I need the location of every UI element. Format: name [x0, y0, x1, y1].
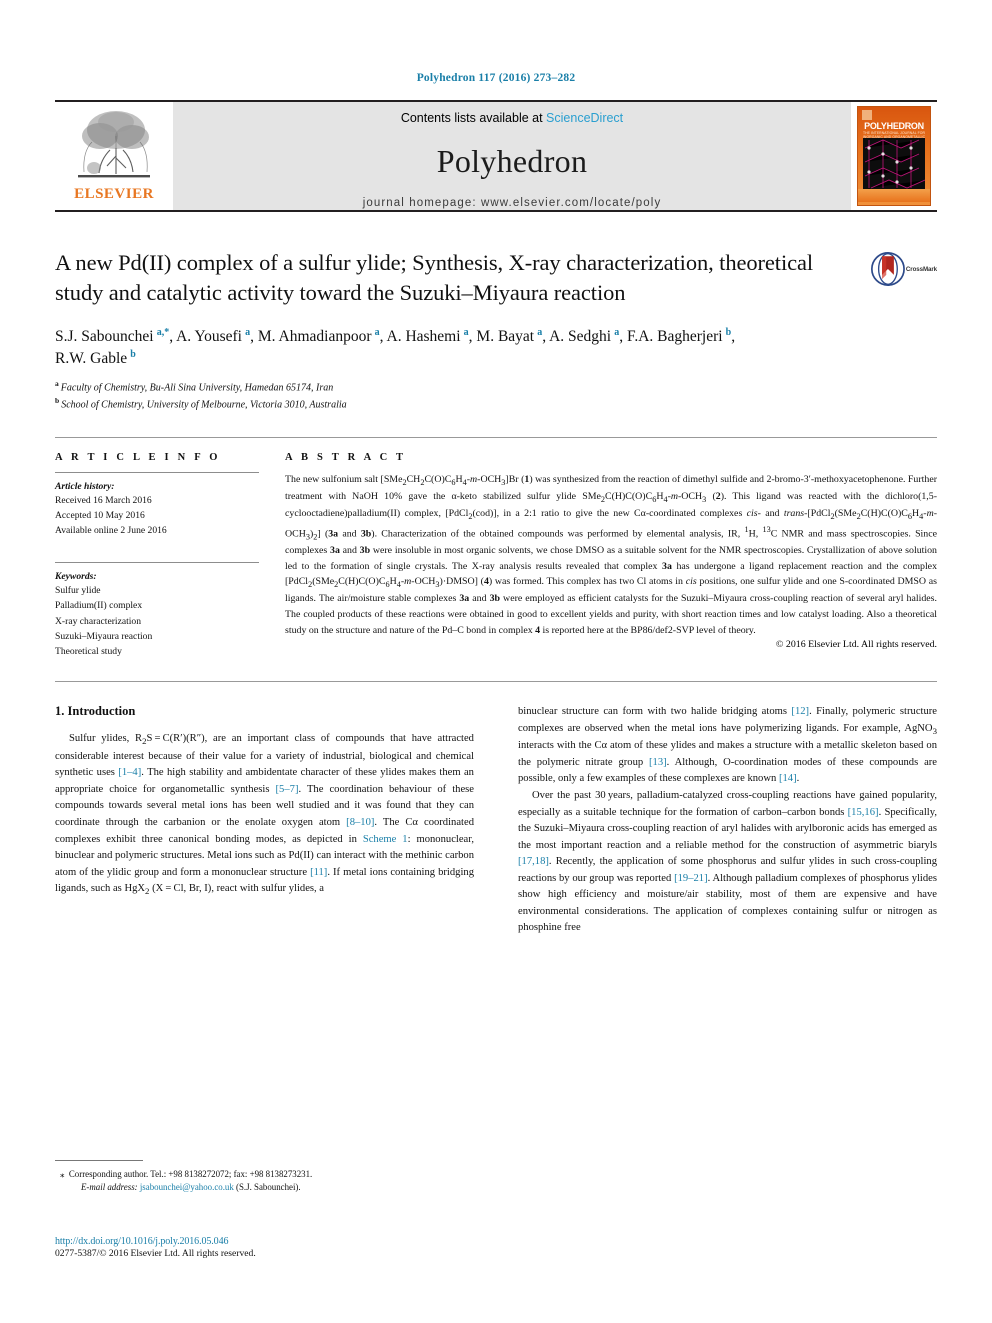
journal-cover-thumbnail[interactable]: POLYHEDRON THE INTERNATIONAL JOURNAL FOR… [851, 102, 937, 210]
journal-homepage-link[interactable]: journal homepage: www.elsevier.com/locat… [363, 197, 662, 209]
page-title: A new Pd(II) complex of a sulfur ylide; … [55, 250, 814, 305]
affiliation-list: a Faculty of Chemistry, Bu-Ali Sina Univ… [55, 378, 937, 413]
email-label: E-mail address: [81, 1182, 138, 1193]
body-left-column: 1. Introduction Sulfur ylides, R2S = C(R… [55, 704, 474, 937]
author-affil-marker: a [614, 326, 620, 338]
history-accepted: Accepted 10 May 2016 [55, 509, 145, 521]
email-link[interactable]: jsabounchei@yahoo.co.uk [140, 1182, 234, 1192]
author-affil-marker: a [245, 326, 251, 338]
cover-artwork [863, 138, 925, 190]
citation-link[interactable]: [19–21] [674, 873, 708, 884]
intro-paragraph-1: Sulfur ylides, R2S = C(R′)(R″), are an i… [55, 733, 474, 897]
body-columns: 1. Introduction Sulfur ylides, R2S = C(R… [55, 704, 937, 937]
article-info-column: A R T I C L E I N F O Article history: R… [55, 452, 285, 659]
affiliation-b-text: School of Chemistry, University of Melbo… [61, 399, 347, 411]
citation-link[interactable]: [12] [791, 706, 809, 717]
citation-link[interactable]: [1–4] [118, 767, 141, 778]
author-affil-marker: a [537, 326, 543, 338]
keywords-rule [55, 562, 259, 564]
affiliation-a: a Faculty of Chemistry, Bu-Ali Sina Univ… [55, 379, 334, 394]
keyword-item: Suzuki–Miyaura reaction [55, 630, 153, 642]
abstract-heading: A B S T R A C T [285, 451, 407, 463]
journal-citation: Polyhedron 117 (2016) 273–282 [416, 72, 576, 84]
citation-link[interactable]: [11] [310, 867, 327, 878]
corresponding-author-note: ⁎ Corresponding author. Tel.: +98 813827… [60, 1169, 313, 1179]
history-online: Available online 2 June 2016 [55, 525, 167, 537]
email-note: E-mail address: jsabounchei@yahoo.co.uk … [55, 1181, 473, 1194]
abstract-column: A B S T R A C T The new sulfonium salt [… [285, 452, 937, 659]
history-received: Received 16 March 2016 [55, 494, 152, 506]
author-affil-marker: a,* [156, 326, 170, 338]
cover-title: POLYHEDRON [864, 121, 924, 131]
keyword-item: Palladium(II) complex [55, 600, 143, 612]
keyword-item: Sulfur ylide [55, 585, 101, 597]
author-affil-marker: a [374, 326, 380, 338]
affiliation-a-text: Faculty of Chemistry, Bu-Ali Sina Univer… [60, 382, 334, 394]
cover-badge-icon [862, 110, 872, 120]
crossmark-badge[interactable]: CrossMark [871, 252, 937, 286]
keywords-label: Keywords: [55, 571, 97, 583]
keyword-item: Theoretical study [55, 645, 122, 657]
scheme-link[interactable]: Scheme 1 [363, 834, 408, 845]
citation-link[interactable]: [5–7] [276, 784, 299, 795]
body-right-column: binuclear structure can form with two ha… [518, 704, 937, 937]
journal-title: Polyhedron [436, 143, 588, 179]
citation-link[interactable]: [17,18] [518, 856, 549, 867]
author-list: S.J. Sabounchei a,*, A. Yousefi a, M. Ah… [55, 326, 736, 368]
info-abstract-region: A R T I C L E I N F O Article history: R… [55, 438, 937, 659]
author-affil-marker: b [130, 349, 136, 360]
citation-link[interactable]: [13] [649, 757, 667, 768]
footnote-block: ⁎ Corresponding author. Tel.: +98 813827… [55, 1160, 473, 1195]
author-affil-marker: b [725, 326, 732, 338]
corresponding-author-text: Corresponding author. Tel.: +98 81382720… [68, 1169, 313, 1179]
info-rule [55, 471, 259, 473]
author-affil-marker: a [463, 326, 469, 338]
article-info-heading: A R T I C L E I N F O [55, 451, 221, 463]
footnote-rule [55, 1160, 143, 1161]
citation-link[interactable]: [8–10] [346, 817, 374, 828]
abstract-copyright: © 2016 Elsevier Ltd. All rights reserved… [775, 639, 937, 651]
affiliation-b: b School of Chemistry, University of Mel… [55, 396, 347, 411]
doi-link[interactable]: http://dx.doi.org/10.1016/j.poly.2016.05… [55, 1236, 485, 1247]
section-heading-introduction: 1. Introduction [55, 704, 136, 719]
abstract-text: The new sulfonium salt [SMe2CH2C(O)C6H4-… [285, 473, 938, 636]
intro-paragraph-1-continued: binuclear structure can form with two ha… [518, 706, 937, 785]
keywords-block: Keywords: Sulfur ylide Palladium(II) com… [55, 562, 259, 659]
cover-footer-band [858, 189, 930, 202]
citation-link[interactable]: [15,16] [848, 807, 879, 818]
elsevier-tree-icon [78, 111, 150, 178]
contents-prefix: Contents lists available at [400, 111, 547, 125]
crossmark-label: CrossMark [905, 265, 937, 273]
email-owner: (S.J. Sabounchei). [236, 1182, 301, 1193]
keyword-item: X-ray characterization [55, 615, 142, 627]
title-row: A new Pd(II) complex of a sulfur ylide; … [55, 248, 937, 308]
crossmark-icon [871, 252, 905, 286]
sciencedirect-link[interactable]: ScienceDirect [546, 111, 623, 125]
issn-copyright: 0277-5387/© 2016 Elsevier Ltd. All right… [55, 1248, 256, 1259]
doi-block: http://dx.doi.org/10.1016/j.poly.2016.05… [55, 1236, 485, 1259]
intro-paragraph-2: Over the past 30 years, palladium-cataly… [518, 790, 937, 934]
citation-link[interactable]: [14] [779, 773, 797, 784]
elsevier-logo: ELSEVIER [55, 102, 173, 210]
divider-below-abstract [55, 681, 937, 683]
journal-masthead: ELSEVIER Contents lists available at Sci… [55, 100, 937, 212]
masthead-center: Contents lists available at ScienceDirec… [173, 102, 851, 210]
article-page: Polyhedron 117 (2016) 273–282 ELSEVIER C… [0, 0, 992, 1323]
contents-available-line: Contents lists available at ScienceDirec… [401, 111, 623, 125]
elsevier-wordmark: ELSEVIER [74, 186, 154, 202]
article-history-label: Article history: [55, 480, 115, 492]
